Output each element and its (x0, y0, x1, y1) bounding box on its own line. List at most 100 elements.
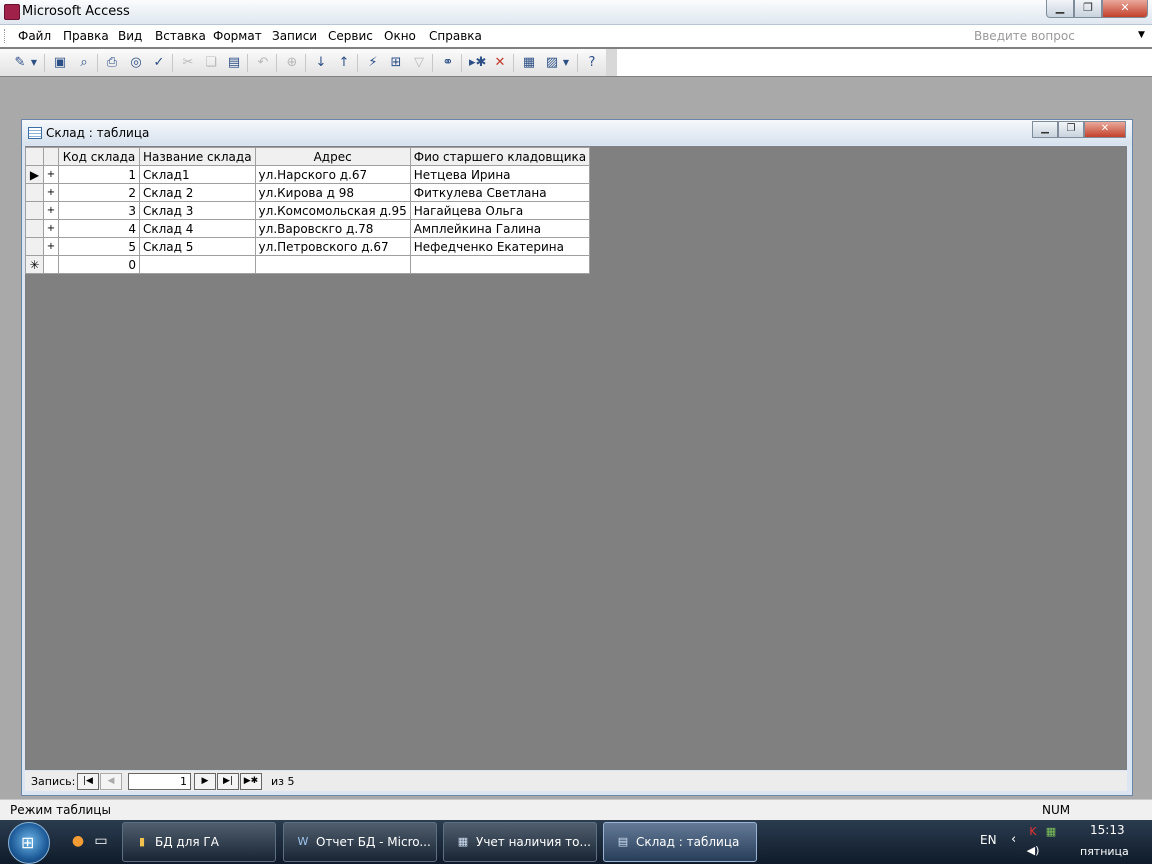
next-record-button[interactable]: ▶ (194, 773, 216, 790)
expand-subdatasheet-button[interactable]: + (43, 201, 59, 220)
cell-name[interactable]: Склад 2 (139, 183, 256, 202)
spelling-icon[interactable]: ✓ (151, 55, 167, 71)
clock-day[interactable]: пятница (1080, 845, 1129, 858)
table-row[interactable]: + 3 Склад 3 ул.Комсомольская д.95 Нагайц… (25, 201, 591, 220)
cell-id[interactable]: 4 (58, 219, 140, 238)
network-icon[interactable]: ▦ (1044, 825, 1058, 839)
table-row[interactable]: ▶ + 1 Склад1 ул.Нарского д.67 Нетцева Ир… (25, 165, 591, 184)
filter-by-selection-icon[interactable]: ⚡ (365, 55, 381, 71)
delete-record-icon[interactable]: ✕ (492, 55, 508, 71)
ask-question-box[interactable]: Введите вопрос (974, 29, 1075, 43)
volume-icon[interactable]: ◀) (1026, 844, 1040, 858)
record-selector[interactable] (25, 183, 44, 202)
cell-id[interactable]: 5 (58, 237, 140, 256)
taskbar-item-word[interactable]: W Отчет БД - Micro... (283, 822, 437, 862)
cut-icon[interactable]: ✂ (180, 55, 196, 71)
show-hidden-icons-icon[interactable]: ‹ (1011, 832, 1016, 847)
undo-icon[interactable]: ↶ (255, 55, 271, 71)
antivirus-icon[interactable]: K (1026, 825, 1040, 839)
find-icon[interactable]: ⚭ (440, 55, 456, 71)
new-record-icon[interactable]: ✳ (25, 255, 44, 274)
cell-manager[interactable]: Фиткулева Светлана (409, 183, 591, 202)
previous-record-button[interactable]: ◀ (100, 773, 122, 790)
help-icon[interactable]: ? (584, 55, 600, 71)
taskbar-item-table[interactable]: ▤ Склад : таблица (603, 822, 757, 862)
cell-manager[interactable]: Амплейкина Галина (409, 219, 591, 238)
view-dropdown-icon[interactable]: ▼ (30, 55, 38, 71)
save-icon[interactable]: ▣ (52, 55, 68, 71)
menu-edit[interactable]: Правка (63, 29, 109, 43)
cell-id-default[interactable]: 0 (58, 255, 140, 274)
access-app-icon[interactable] (4, 4, 20, 20)
record-number-input[interactable]: 1 (128, 773, 191, 790)
expand-subdatasheet-button[interactable]: + (43, 165, 59, 184)
expand-subdatasheet-button[interactable]: + (43, 183, 59, 202)
sort-descending-icon[interactable]: ↑ (336, 55, 352, 71)
child-close-button[interactable]: ✕ (1084, 121, 1126, 138)
new-record-nav-button[interactable]: ▶✱ (240, 773, 262, 790)
menu-grip[interactable] (4, 29, 8, 43)
cell-address[interactable]: ул.Комсомольская д.95 (254, 201, 411, 220)
table-row[interactable]: + 2 Склад 2 ул.Кирова д 98 Фиткулева Све… (25, 183, 591, 202)
expand-subdatasheet-button[interactable]: + (43, 219, 59, 238)
menu-window[interactable]: Окно (384, 29, 416, 43)
new-object-dropdown-icon[interactable]: ▼ (562, 55, 570, 71)
search-files-icon[interactable]: ⌕ (76, 55, 92, 71)
restore-button[interactable]: ❐ (1074, 0, 1102, 18)
paste-icon[interactable]: ▤ (226, 55, 242, 71)
cell-address[interactable]: ул.Нарского д.67 (254, 165, 411, 184)
cell-manager[interactable]: Нагайцева Ольга (409, 201, 591, 220)
current-record-indicator-icon[interactable]: ▶ (25, 165, 44, 184)
column-header-id[interactable]: Код склада (58, 147, 140, 166)
column-header-manager[interactable]: Фио старшего кладовщика (409, 147, 591, 166)
apply-filter-icon[interactable]: ▽ (411, 55, 427, 71)
cell-address-new[interactable] (254, 255, 411, 274)
taskbar-item-bd[interactable]: ▮ БД для ГА (122, 822, 276, 862)
hyperlink-icon[interactable]: ⊕ (284, 55, 300, 71)
copy-icon[interactable]: ❏ (203, 55, 219, 71)
record-selector[interactable] (25, 237, 44, 256)
menu-format[interactable]: Формат (213, 29, 262, 43)
new-object-icon[interactable]: ▨ (544, 55, 560, 71)
column-header-address[interactable]: Адрес (254, 147, 411, 166)
cell-name[interactable]: Склад 5 (139, 237, 256, 256)
database-window-icon[interactable]: ▦ (521, 55, 537, 71)
toolbar-options-icon[interactable] (606, 49, 617, 76)
filter-by-form-icon[interactable]: ⊞ (388, 55, 404, 71)
show-desktop-icon[interactable]: ▭ (92, 832, 110, 850)
close-button[interactable]: ✕ (1102, 0, 1148, 18)
table-row[interactable]: + 5 Склад 5 ул.Петровского д.67 Нефедчен… (25, 237, 591, 256)
column-header-name[interactable]: Название склада (139, 147, 256, 166)
last-record-button[interactable]: ▶| (217, 773, 239, 790)
menu-file[interactable]: Файл (18, 29, 51, 43)
select-all-corner[interactable] (25, 147, 44, 166)
new-record-row[interactable]: ✳ 0 (25, 255, 591, 274)
cell-id[interactable]: 3 (58, 201, 140, 220)
cell-name[interactable]: Склад 3 (139, 201, 256, 220)
print-preview-icon[interactable]: ◎ (128, 55, 144, 71)
cell-manager-new[interactable] (409, 255, 591, 274)
menu-insert[interactable]: Вставка (155, 29, 206, 43)
minimize-button[interactable]: ▁ (1046, 0, 1074, 18)
cell-manager[interactable]: Нефедченко Екатерина (409, 237, 591, 256)
cell-manager[interactable]: Нетцева Ирина (409, 165, 591, 184)
menu-help[interactable]: Справка (429, 29, 482, 43)
cell-address[interactable]: ул.Петровского д.67 (254, 237, 411, 256)
table-row[interactable]: + 4 Склад 4 ул.Варовскго д.78 Амплейкина… (25, 219, 591, 238)
expand-subdatasheet-button[interactable]: + (43, 237, 59, 256)
cell-name-new[interactable] (139, 255, 256, 274)
clock-time[interactable]: 15:13 (1090, 823, 1125, 837)
cell-name[interactable]: Склад 4 (139, 219, 256, 238)
design-view-icon[interactable]: ✎ (12, 55, 28, 71)
language-indicator[interactable]: EN (980, 833, 997, 847)
start-button[interactable]: ⊞ (8, 822, 50, 864)
menu-view[interactable]: Вид (118, 29, 142, 43)
table-window-title-bar[interactable]: Склад : таблица ▁ ❐ ✕ (22, 120, 1132, 145)
menu-records[interactable]: Записи (272, 29, 317, 43)
new-record-icon[interactable]: ▸✱ (469, 55, 486, 71)
cell-address[interactable]: ул.Варовскго д.78 (254, 219, 411, 238)
cell-name[interactable]: Склад1 (139, 165, 256, 184)
print-icon[interactable]: ⎙ (104, 55, 120, 71)
first-record-button[interactable]: |◀ (77, 773, 99, 790)
taskbar-item-access-db[interactable]: ▦ Учет наличия то... (443, 822, 597, 862)
